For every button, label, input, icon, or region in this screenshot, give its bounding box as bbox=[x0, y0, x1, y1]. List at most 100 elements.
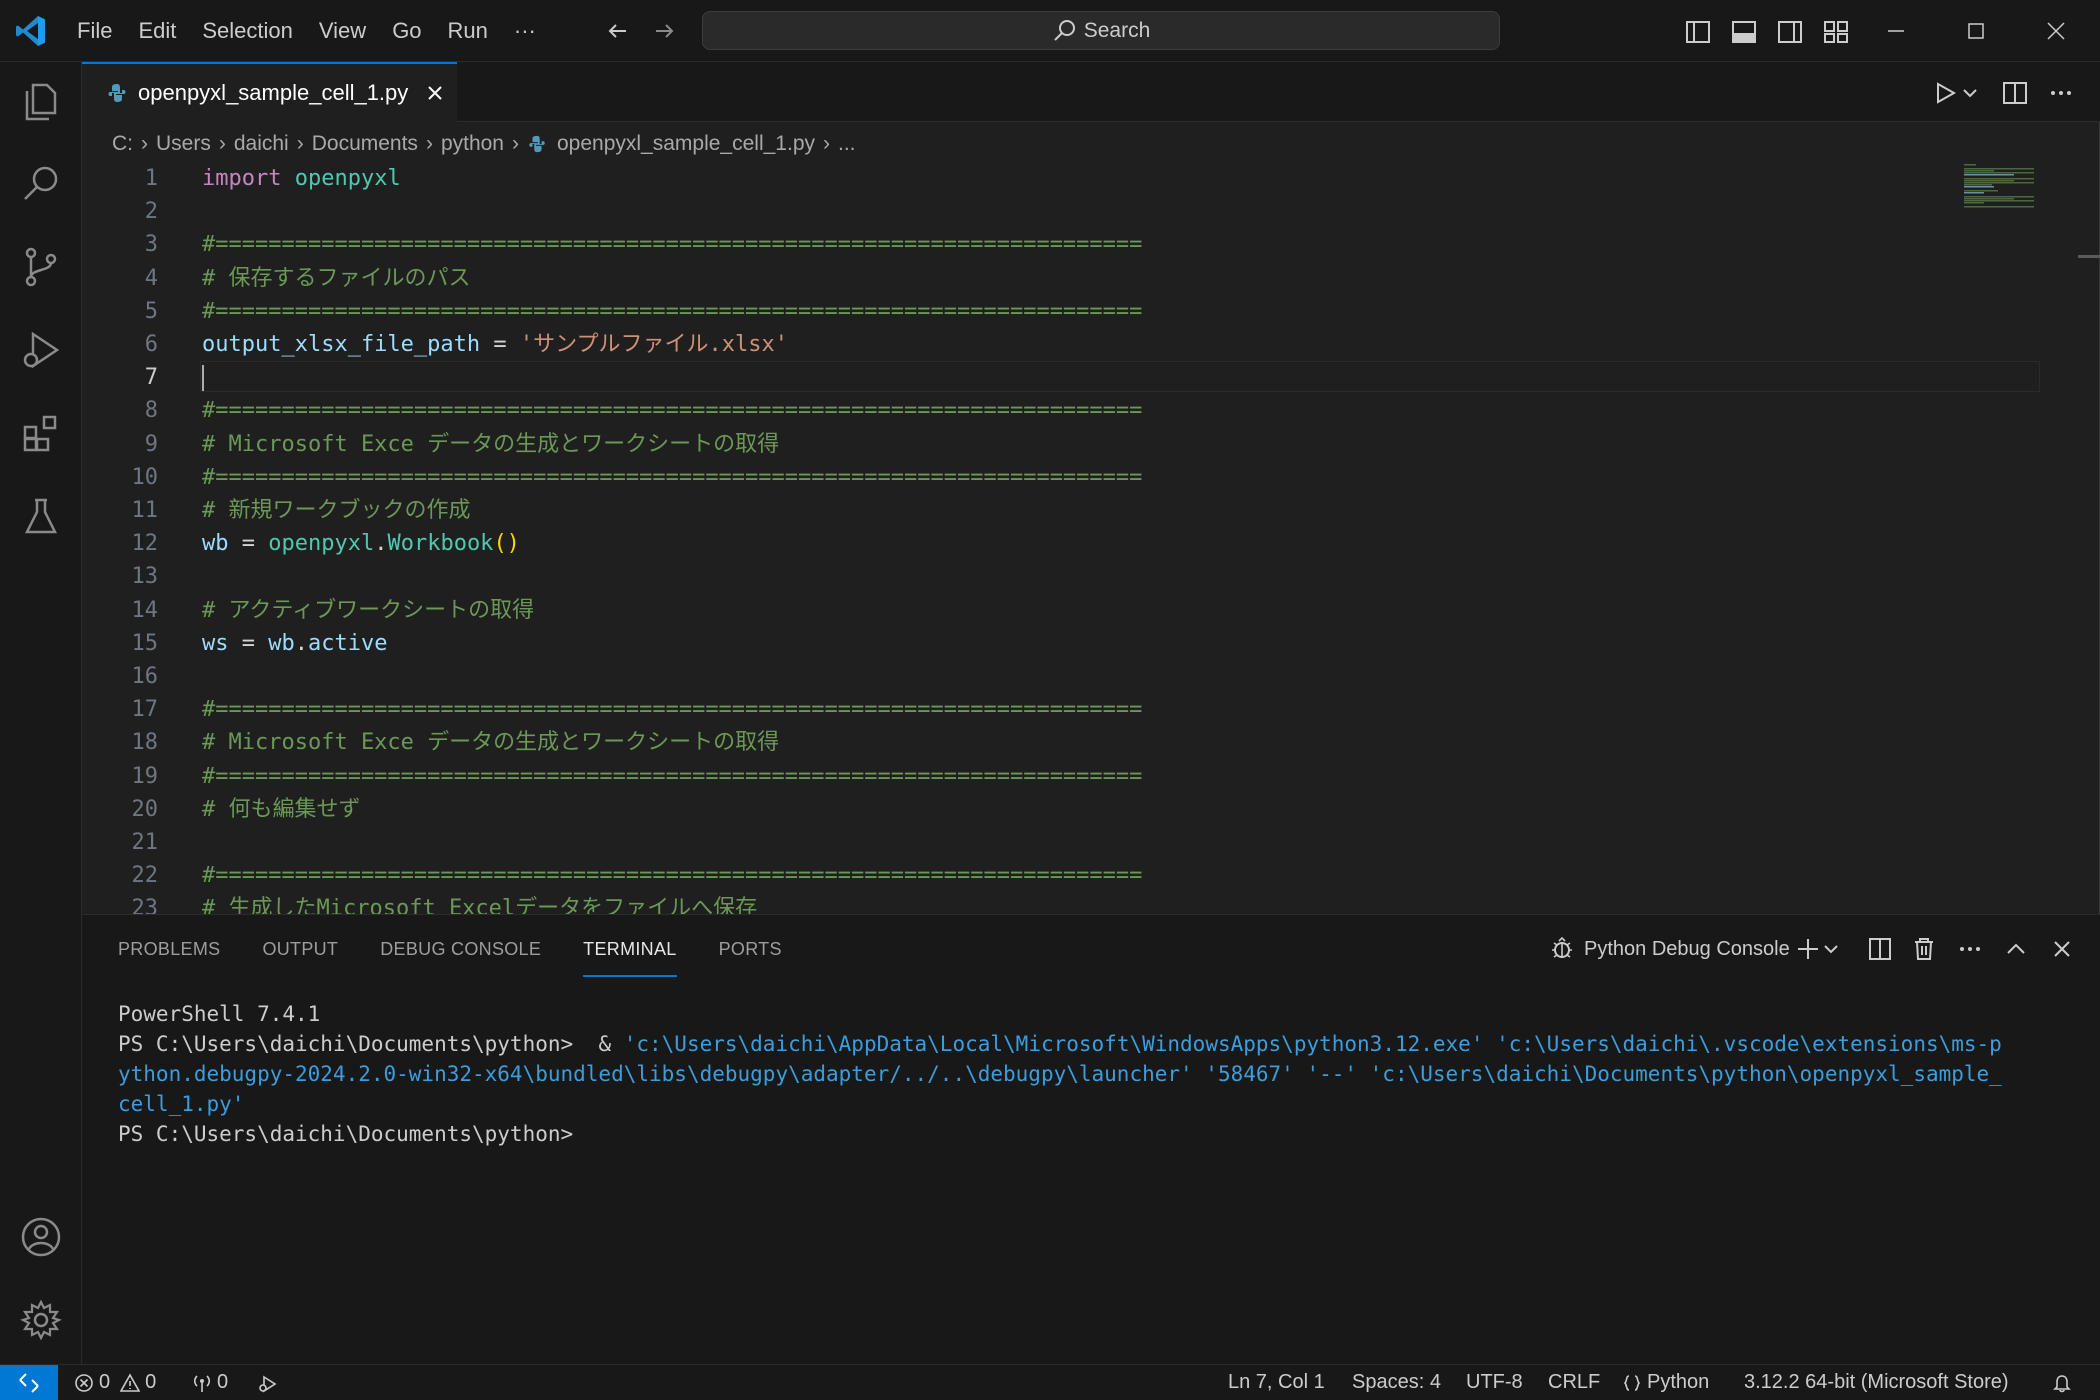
terminal-dropdown-chevron-icon[interactable] bbox=[1822, 935, 1840, 963]
menu-go[interactable]: Go bbox=[379, 0, 434, 62]
run-dropdown-chevron-icon[interactable] bbox=[1960, 78, 1980, 108]
warning-count: 0 bbox=[145, 1371, 157, 1393]
code-line[interactable]: 14 # アクティブワークシートの取得 bbox=[82, 594, 1982, 627]
customize-layout-icon[interactable] bbox=[1822, 18, 1850, 46]
code-token: output_xlsx_file_path bbox=[202, 332, 481, 357]
close-window-icon[interactable] bbox=[2040, 15, 2072, 47]
menu-selection[interactable]: Selection bbox=[189, 0, 306, 62]
settings-gear-icon[interactable] bbox=[19, 1298, 63, 1342]
code-line[interactable]: 8 #======================================… bbox=[82, 394, 1982, 427]
maximize-icon[interactable] bbox=[1960, 15, 1992, 47]
code-line[interactable]: 20 # 何も編集せず bbox=[82, 793, 1982, 826]
remote-indicator[interactable] bbox=[0, 1365, 58, 1400]
encoding[interactable]: UTF-8 bbox=[1466, 1365, 1523, 1400]
code-token: #=======================================… bbox=[202, 697, 1143, 723]
code-line[interactable]: 19 #=====================================… bbox=[82, 760, 1982, 793]
code-line[interactable]: 16 bbox=[82, 660, 1982, 693]
minimize-icon[interactable] bbox=[1880, 15, 1912, 47]
menu-view[interactable]: View bbox=[306, 0, 379, 62]
toggle-secondary-sidebar-icon[interactable] bbox=[1776, 18, 1804, 46]
accounts-icon[interactable] bbox=[19, 1215, 63, 1259]
code-line[interactable]: 23 # 生成したMicrosoft Excelデータをファイルへ保存 bbox=[82, 892, 1982, 914]
tab-output[interactable]: OUTPUT bbox=[262, 937, 338, 977]
tab-terminal[interactable]: TERMINAL bbox=[583, 937, 677, 977]
terminal-line: cell_1.py' bbox=[118, 1092, 245, 1116]
line-number: 15 bbox=[131, 630, 159, 656]
close-tab-icon[interactable] bbox=[424, 82, 446, 104]
new-terminal-plus-icon[interactable] bbox=[1794, 935, 1822, 963]
breadcrumb-python[interactable]: python bbox=[441, 132, 504, 156]
menu-more[interactable]: ··· bbox=[501, 0, 549, 62]
code-text: #=======================================… bbox=[202, 760, 1142, 793]
search-view-icon[interactable] bbox=[19, 162, 63, 206]
line-endings[interactable]: CRLF bbox=[1548, 1365, 1600, 1400]
editor-more-actions-icon[interactable] bbox=[2046, 78, 2076, 108]
tab-openpyxl-sample[interactable]: openpyxl_sample_cell_1.py bbox=[82, 62, 457, 122]
menu-run[interactable]: Run bbox=[435, 0, 501, 62]
code-line[interactable]: 21 bbox=[82, 826, 1982, 859]
breadcrumb-symbols[interactable]: ... bbox=[838, 132, 856, 156]
terminal-selector[interactable]: Python Debug Console bbox=[1548, 931, 1790, 967]
split-editor-icon[interactable] bbox=[2000, 78, 2030, 108]
maximize-panel-chevron-up-icon[interactable] bbox=[2002, 935, 2030, 963]
tab-debug-console[interactable]: DEBUG CONSOLE bbox=[380, 937, 541, 977]
ports-indicator[interactable]: 0 bbox=[192, 1365, 228, 1400]
code-line[interactable]: 7 bbox=[82, 361, 2040, 394]
code-token: # 生成したMicrosoft Excelデータをファイルへ保存 bbox=[202, 896, 758, 914]
back-arrow-icon[interactable] bbox=[604, 17, 632, 45]
code-line[interactable]: 11 # 新規ワークブックの作成 bbox=[82, 494, 1982, 527]
panel-more-actions-icon[interactable] bbox=[1956, 935, 1984, 963]
cursor-position[interactable]: Ln 7, Col 1 bbox=[1228, 1365, 1325, 1400]
code-line[interactable]: 13 bbox=[82, 560, 1982, 593]
breadcrumb-users[interactable]: Users bbox=[156, 132, 211, 156]
code-token: #=======================================… bbox=[202, 464, 1143, 490]
code-editor[interactable]: 1 import openpyxl 2 3 #=====================… bbox=[82, 162, 2062, 914]
toggle-panel-icon[interactable] bbox=[1730, 18, 1758, 46]
problems-indicator[interactable]: 0 0 bbox=[74, 1365, 156, 1400]
terminal-output[interactable]: PowerShell 7.4.1 PS C:\Users\daichi\Docu… bbox=[118, 999, 2078, 1149]
code-line[interactable]: 17 #=====================================… bbox=[82, 693, 1982, 726]
breadcrumb-daichi[interactable]: daichi bbox=[234, 132, 289, 156]
extensions-icon[interactable] bbox=[19, 411, 63, 455]
code-line[interactable]: 9 # Microsoft Exce データの生成とワークシートの取得 bbox=[82, 428, 1982, 461]
python-interpreter[interactable]: 3.12.2 64-bit (Microsoft Store) bbox=[1744, 1365, 2009, 1400]
line-number: 5 bbox=[144, 298, 158, 324]
language-mode[interactable]: Python bbox=[1622, 1365, 1709, 1400]
code-line[interactable]: 5 #======================================… bbox=[82, 295, 1982, 328]
breadcrumb-documents[interactable]: Documents bbox=[312, 132, 418, 156]
code-line[interactable]: 22 #=====================================… bbox=[82, 859, 1982, 892]
run-and-debug-icon[interactable] bbox=[19, 328, 63, 372]
line-number: 23 bbox=[131, 896, 159, 914]
code-line[interactable]: 2 bbox=[82, 195, 1982, 228]
tab-ports[interactable]: PORTS bbox=[719, 937, 782, 977]
run-python-file-icon[interactable] bbox=[1930, 78, 1960, 108]
source-control-icon[interactable] bbox=[19, 245, 63, 289]
code-text: # Microsoft Exce データの生成とワークシートの取得 bbox=[202, 428, 779, 461]
explorer-icon[interactable] bbox=[19, 79, 63, 123]
minimap[interactable] bbox=[1962, 162, 2040, 212]
kill-terminal-trash-icon[interactable] bbox=[1910, 935, 1938, 963]
split-terminal-icon[interactable] bbox=[1866, 935, 1894, 963]
code-line[interactable]: 3 #======================================… bbox=[82, 228, 1982, 261]
tab-problems[interactable]: PROBLEMS bbox=[118, 937, 220, 977]
breadcrumb-file[interactable]: openpyxl_sample_cell_1.py bbox=[557, 132, 815, 156]
toggle-primary-sidebar-icon[interactable] bbox=[1684, 18, 1712, 46]
code-line[interactable]: 1 import openpyxl bbox=[82, 162, 1982, 195]
command-center-search[interactable]: Search bbox=[702, 11, 1500, 50]
forward-arrow-icon[interactable] bbox=[650, 17, 678, 45]
code-line[interactable]: 10 #=====================================… bbox=[82, 461, 1982, 494]
menu-edit[interactable]: Edit bbox=[125, 0, 189, 62]
code-line[interactable]: 6 output_xlsx_file_path = 'サンプルファイル.xlsx' bbox=[82, 328, 1982, 361]
testing-flask-icon[interactable] bbox=[19, 494, 63, 538]
indentation[interactable]: Spaces: 4 bbox=[1352, 1365, 1441, 1400]
notifications[interactable] bbox=[2052, 1365, 2077, 1400]
code-line[interactable]: 15 ws = wb.active bbox=[82, 627, 1982, 660]
menu-file[interactable]: File bbox=[64, 0, 125, 62]
code-line[interactable]: 4 # 保存するファイルのパス bbox=[82, 262, 1982, 295]
debug-status[interactable] bbox=[258, 1365, 283, 1400]
vscode-logo-icon[interactable] bbox=[14, 14, 48, 48]
code-line[interactable]: 12 wb = openpyxl.Workbook() bbox=[82, 527, 1982, 560]
code-line[interactable]: 18 # Microsoft Exce データの生成とワークシートの取得 bbox=[82, 726, 1982, 759]
breadcrumb-drive[interactable]: C: bbox=[112, 132, 133, 156]
close-panel-icon[interactable] bbox=[2048, 935, 2076, 963]
